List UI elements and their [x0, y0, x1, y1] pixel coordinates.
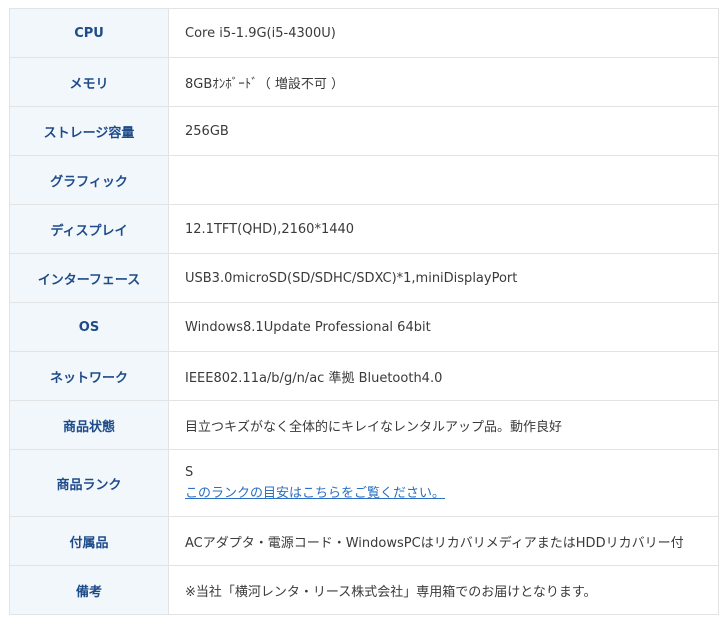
rank-guide-link[interactable]: このランクの目安はこちらをご覧ください。 — [185, 482, 718, 501]
spec-label: ストレージ容量 — [9, 106, 169, 156]
spec-value: USB3.0microSD(SD/SDHC/SDXC)*1,miniDispla… — [168, 253, 719, 303]
spec-label: OS — [9, 302, 169, 352]
spec-value: Windows8.1Update Professional 64bit — [168, 302, 719, 352]
spec-value: IEEE802.11a/b/g/n/ac 準拠 Bluetooth4.0 — [168, 351, 719, 401]
spec-value — [168, 155, 719, 205]
spec-label: グラフィック — [9, 155, 169, 205]
spec-row-memory: メモリ 8GBｵﾝﾎﾞｰﾄﾞ（ 増設不可 ） — [9, 57, 719, 107]
spec-value: ※当社「横河レンタ・リース株式会社」専用箱でのお届けとなります。 — [168, 565, 719, 615]
spec-row-os: OS Windows8.1Update Professional 64bit — [9, 302, 719, 352]
spec-label: 商品ランク — [9, 449, 169, 517]
spec-label: メモリ — [9, 57, 169, 107]
spec-row-notes: 備考 ※当社「横河レンタ・リース株式会社」専用箱でのお届けとなります。 — [9, 565, 719, 615]
spec-row-interface: インターフェース USB3.0microSD(SD/SDHC/SDXC)*1,m… — [9, 253, 719, 303]
spec-row-rank: 商品ランク S このランクの目安はこちらをご覧ください。 — [9, 449, 719, 517]
spec-row-accessories: 付属品 ACアダプタ・電源コード・WindowsPCはリカバリメディアまたはHD… — [9, 516, 719, 566]
spec-row-cpu: CPU Core i5-1.9G(i5-4300U) — [9, 8, 719, 58]
spec-label: インターフェース — [9, 253, 169, 303]
spec-row-storage: ストレージ容量 256GB — [9, 106, 719, 156]
spec-row-display: ディスプレイ 12.1TFT(QHD),2160*1440 — [9, 204, 719, 254]
spec-row-graphics: グラフィック — [9, 155, 719, 205]
spec-label: ディスプレイ — [9, 204, 169, 254]
spec-row-condition: 商品状態 目立つキズがなく全体的にキレイなレンタルアップ品。動作良好 — [9, 400, 719, 450]
spec-label: ネットワーク — [9, 351, 169, 401]
spec-row-network: ネットワーク IEEE802.11a/b/g/n/ac 準拠 Bluetooth… — [9, 351, 719, 401]
spec-value: Core i5-1.9G(i5-4300U) — [168, 8, 719, 58]
spec-label: 商品状態 — [9, 400, 169, 450]
spec-label: 備考 — [9, 565, 169, 615]
spec-value: 目立つキズがなく全体的にキレイなレンタルアップ品。動作良好 — [168, 400, 719, 450]
spec-value: ACアダプタ・電源コード・WindowsPCはリカバリメディアまたはHDDリカバ… — [168, 516, 719, 566]
rank-value: S — [185, 465, 194, 480]
spec-value-rank: S このランクの目安はこちらをご覧ください。 — [168, 449, 719, 517]
spec-value: 12.1TFT(QHD),2160*1440 — [168, 204, 719, 254]
spec-label: 付属品 — [9, 516, 169, 566]
spec-value: 256GB — [168, 106, 719, 156]
spec-table: CPU Core i5-1.9G(i5-4300U) メモリ 8GBｵﾝﾎﾞｰﾄ… — [9, 8, 719, 615]
spec-label: CPU — [9, 8, 169, 58]
spec-value: 8GBｵﾝﾎﾞｰﾄﾞ（ 増設不可 ） — [168, 57, 719, 107]
